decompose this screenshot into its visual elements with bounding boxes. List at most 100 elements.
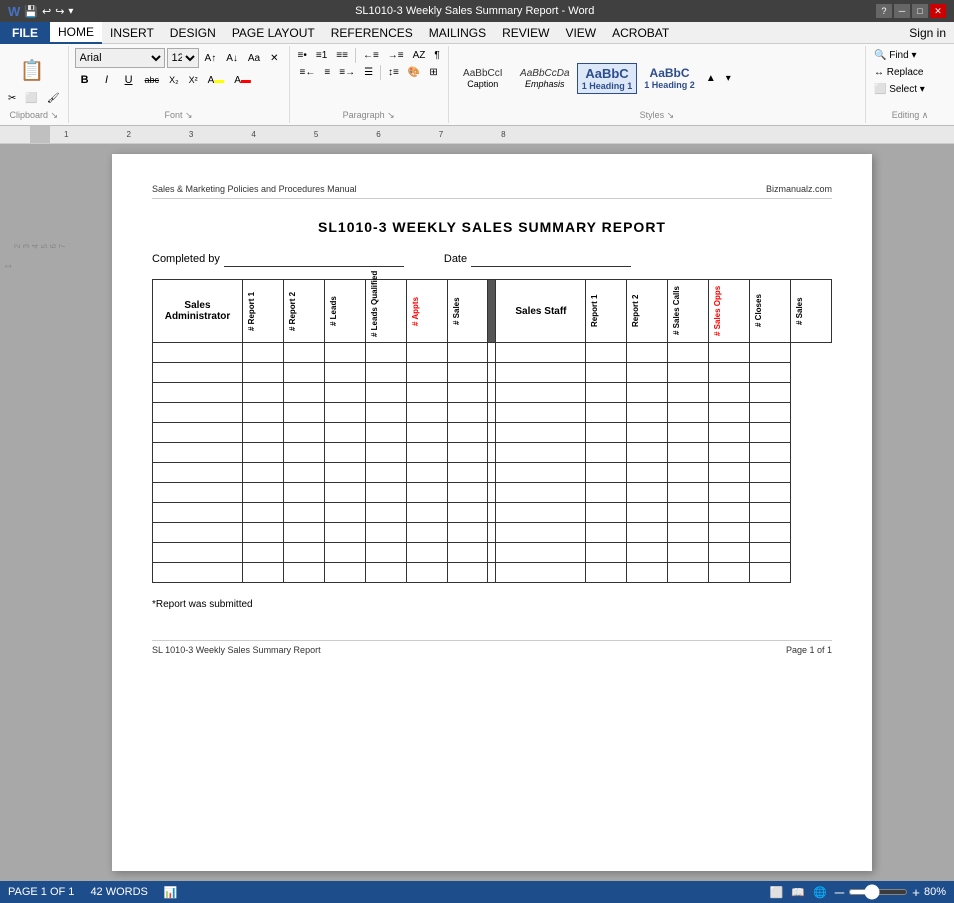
date-input[interactable] — [471, 251, 631, 267]
sales-admin-cell[interactable] — [447, 363, 488, 383]
menu-view[interactable]: VIEW — [557, 22, 604, 44]
appts-cell[interactable] — [406, 363, 447, 383]
appts-cell[interactable] — [406, 403, 447, 423]
sales-calls-cell[interactable] — [627, 543, 668, 563]
appts-cell[interactable] — [406, 503, 447, 523]
leads-cell[interactable] — [324, 443, 365, 463]
sales-admin-cell[interactable] — [447, 423, 488, 443]
leads-qualified-cell[interactable] — [365, 543, 406, 563]
staff-name-cell[interactable] — [488, 483, 496, 503]
admin-name-cell[interactable] — [153, 503, 243, 523]
sales-admin-cell[interactable] — [447, 443, 488, 463]
staff-name-cell[interactable] — [488, 383, 496, 403]
sales-staff-cell[interactable] — [750, 523, 791, 543]
appts-cell[interactable] — [406, 443, 447, 463]
menu-design[interactable]: DESIGN — [162, 22, 224, 44]
leads-cell[interactable] — [324, 363, 365, 383]
staff-report1-cell[interactable] — [496, 503, 586, 523]
closes-cell[interactable] — [709, 423, 750, 443]
admin-name-cell[interactable] — [153, 563, 243, 583]
report2-cell[interactable] — [283, 543, 324, 563]
leads-cell[interactable] — [324, 343, 365, 363]
align-right-button[interactable]: ≡→ — [335, 65, 359, 80]
sales-calls-cell[interactable] — [627, 483, 668, 503]
leads-cell[interactable] — [324, 403, 365, 423]
report1-cell[interactable] — [243, 343, 284, 363]
sales-staff-cell[interactable] — [750, 403, 791, 423]
staff-report1-cell[interactable] — [496, 443, 586, 463]
report2-cell[interactable] — [283, 503, 324, 523]
quick-redo[interactable]: ↪ — [55, 5, 64, 18]
underline-button[interactable]: U — [119, 70, 139, 90]
report1-cell[interactable] — [243, 403, 284, 423]
maximize-button[interactable]: □ — [912, 4, 928, 18]
report2-cell[interactable] — [283, 423, 324, 443]
sales-staff-cell[interactable] — [750, 503, 791, 523]
line-spacing-button[interactable]: ↕≡ — [384, 65, 403, 80]
leads-cell[interactable] — [324, 483, 365, 503]
cut-button[interactable]: ✂ — [4, 91, 20, 106]
sign-in[interactable]: Sign in — [901, 22, 954, 44]
completed-by-input[interactable] — [224, 251, 404, 267]
staff-report2-cell[interactable] — [586, 403, 627, 423]
sales-admin-cell[interactable] — [447, 483, 488, 503]
sales-calls-cell[interactable] — [627, 423, 668, 443]
admin-name-cell[interactable] — [153, 423, 243, 443]
report1-cell[interactable] — [243, 463, 284, 483]
closes-cell[interactable] — [709, 523, 750, 543]
sales-opps-cell[interactable] — [668, 463, 709, 483]
style-caption[interactable]: AaBbCcI Caption — [453, 65, 513, 92]
appts-cell[interactable] — [406, 543, 447, 563]
select-button[interactable]: ⬜ Select ▾ — [870, 82, 950, 97]
report1-cell[interactable] — [243, 563, 284, 583]
sales-staff-cell[interactable] — [750, 543, 791, 563]
admin-name-cell[interactable] — [153, 363, 243, 383]
format-painter-button[interactable]: 🖌 — [43, 91, 64, 106]
staff-report1-cell[interactable] — [496, 363, 586, 383]
appts-cell[interactable] — [406, 423, 447, 443]
numbering-button[interactable]: ≡1 — [312, 48, 331, 63]
report2-cell[interactable] — [283, 563, 324, 583]
closes-cell[interactable] — [709, 463, 750, 483]
leads-cell[interactable] — [324, 423, 365, 443]
style-emphasis[interactable]: AaBbCcDa Emphasis — [515, 65, 575, 92]
report1-cell[interactable] — [243, 383, 284, 403]
paste-button[interactable]: 📋 — [16, 51, 52, 91]
styles-more[interactable]: ▾ — [722, 71, 735, 86]
sales-staff-cell[interactable] — [750, 363, 791, 383]
font-color-button[interactable]: A▬ — [230, 73, 255, 88]
sales-admin-cell[interactable] — [447, 563, 488, 583]
staff-report1-cell[interactable] — [496, 383, 586, 403]
staff-name-cell[interactable] — [488, 343, 496, 363]
sales-admin-cell[interactable] — [447, 503, 488, 523]
menu-mailings[interactable]: MAILINGS — [421, 22, 494, 44]
staff-report2-cell[interactable] — [586, 523, 627, 543]
closes-cell[interactable] — [709, 403, 750, 423]
report1-cell[interactable] — [243, 523, 284, 543]
staff-report2-cell[interactable] — [586, 463, 627, 483]
sales-opps-cell[interactable] — [668, 343, 709, 363]
sales-calls-cell[interactable] — [627, 523, 668, 543]
font-name-select[interactable]: Arial — [75, 48, 165, 68]
leads-qualified-cell[interactable] — [365, 423, 406, 443]
staff-name-cell[interactable] — [488, 563, 496, 583]
staff-report1-cell[interactable] — [496, 543, 586, 563]
leads-qualified-cell[interactable] — [365, 343, 406, 363]
menu-references[interactable]: REFERENCES — [323, 22, 421, 44]
leads-cell[interactable] — [324, 523, 365, 543]
admin-name-cell[interactable] — [153, 403, 243, 423]
table-row[interactable] — [153, 423, 832, 443]
closes-cell[interactable] — [709, 483, 750, 503]
report2-cell[interactable] — [283, 483, 324, 503]
sales-opps-cell[interactable] — [668, 543, 709, 563]
sales-calls-cell[interactable] — [627, 443, 668, 463]
align-center-button[interactable]: ≡ — [320, 65, 334, 80]
staff-report1-cell[interactable] — [496, 403, 586, 423]
show-formatting-button[interactable]: ¶ — [430, 48, 443, 63]
admin-name-cell[interactable] — [153, 543, 243, 563]
staff-report2-cell[interactable] — [586, 363, 627, 383]
sales-staff-cell[interactable] — [750, 423, 791, 443]
minimize-button[interactable]: ─ — [894, 4, 910, 18]
text-highlight-button[interactable]: A▬ — [204, 73, 229, 88]
leads-cell[interactable] — [324, 383, 365, 403]
